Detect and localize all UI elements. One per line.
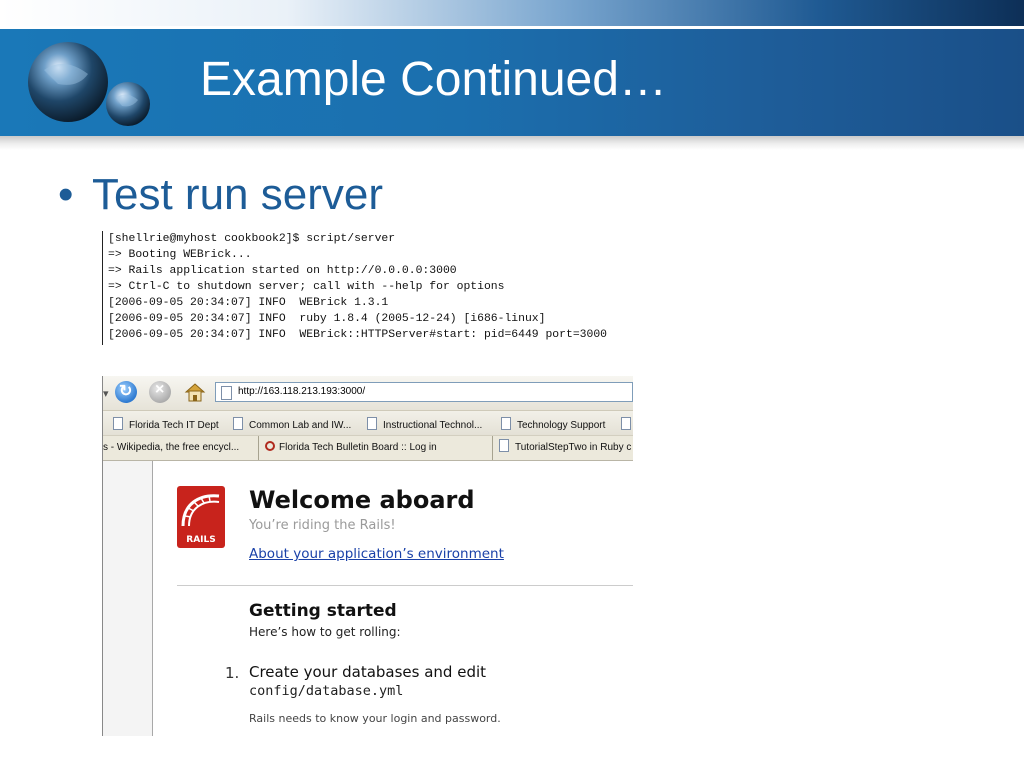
- welcome-subtitle: You’re riding the Rails!: [249, 518, 396, 533]
- divider: [177, 585, 633, 586]
- welcome-title: Welcome aboard: [249, 486, 475, 514]
- bookmark-label: Florida Tech IT Dept: [129, 420, 219, 431]
- header-top-band: [0, 0, 1024, 26]
- page-icon: [621, 417, 631, 430]
- bullet-dot-icon: •: [58, 170, 74, 219]
- bookmark-item[interactable]: Instructional Technol...: [367, 417, 482, 431]
- bookmark-item[interactable]: Florida Tech IT Dept: [113, 417, 219, 431]
- tab-label: Florida Tech Bulletin Board :: Log in: [279, 442, 437, 453]
- tab-label: TutorialStepTwo in Ruby c: [515, 442, 632, 453]
- bookmarks-bar: Florida Tech IT Dept Common Lab and IW..…: [103, 411, 633, 436]
- bookmark-label: Common Lab and IW...: [249, 420, 352, 431]
- terminal-line: [2006-09-05 20:34:07] INFO WEBrick 1.3.1: [108, 297, 389, 309]
- page-sidebar: [103, 461, 153, 736]
- terminal-line: [2006-09-05 20:34:07] INFO WEBrick::HTTP…: [108, 329, 607, 341]
- address-bar[interactable]: http://163.118.213.193:3000/: [215, 382, 633, 402]
- page-icon: [499, 439, 509, 452]
- bullet-item: • Test run server: [58, 170, 383, 220]
- browser-tabs: s - Wikipedia, the free encycl... Florid…: [103, 436, 633, 461]
- dropdown-arrow-icon[interactable]: ▾: [103, 387, 109, 400]
- terminal-output: [shellrie@myhost cookbook2]$ script/serv…: [102, 231, 682, 345]
- globe-logo-icon: [28, 42, 150, 126]
- rails-logo-icon: RAILS: [177, 486, 225, 548]
- browser-window: ▾ http://163.118.213.193:3000/ Florida T…: [102, 376, 633, 736]
- environment-link[interactable]: About your application’s environment: [249, 546, 504, 562]
- tab-wikipedia[interactable]: s - Wikipedia, the free encycl...: [103, 436, 259, 460]
- getting-started-title: Getting started: [249, 601, 397, 621]
- bullet-text: Test run server: [92, 170, 383, 219]
- reload-icon[interactable]: [115, 381, 137, 403]
- slide-title: Example Continued…: [200, 53, 667, 106]
- address-bar-url: http://163.118.213.193:3000/: [238, 386, 366, 397]
- bookmark-overflow[interactable]: [621, 417, 633, 431]
- page-icon: [113, 417, 123, 430]
- getting-started-subtitle: Here’s how to get rolling:: [249, 625, 401, 639]
- terminal-line: [2006-09-05 20:34:07] INFO ruby 1.8.4 (2…: [108, 313, 546, 325]
- step-description: Rails needs to know your login and passw…: [249, 712, 501, 725]
- forum-icon: [265, 441, 275, 451]
- home-icon[interactable]: [183, 381, 207, 403]
- step-title: Create your databases and edit: [249, 663, 487, 681]
- terminal-line: => Booting WEBrick...: [108, 249, 252, 261]
- page-icon: [501, 417, 511, 430]
- step-number: 1.: [225, 664, 240, 682]
- header-shadow: [0, 136, 1024, 150]
- browser-navbar: ▾ http://163.118.213.193:3000/: [103, 376, 633, 411]
- tab-bulletin-board[interactable]: Florida Tech Bulletin Board :: Log in: [259, 436, 493, 460]
- tab-label: s - Wikipedia, the free encycl...: [103, 442, 240, 453]
- bookmark-label: Instructional Technol...: [383, 420, 483, 431]
- stop-icon[interactable]: [149, 381, 171, 403]
- tab-tutorial[interactable]: TutorialStepTwo in Ruby c: [493, 436, 633, 460]
- bookmark-label: Technology Support: [517, 420, 606, 431]
- svg-text:RAILS: RAILS: [186, 535, 215, 545]
- terminal-line: [shellrie@myhost cookbook2]$ script/serv…: [108, 233, 396, 245]
- bookmark-item[interactable]: Common Lab and IW...: [233, 417, 351, 431]
- step-code: config/database.yml: [249, 683, 404, 699]
- terminal-line: => Rails application started on http://0…: [108, 265, 457, 277]
- page-icon: [367, 417, 377, 430]
- terminal-line: => Ctrl-C to shutdown server; call with …: [108, 281, 505, 293]
- page-icon: [233, 417, 243, 430]
- bookmark-item[interactable]: Technology Support: [501, 417, 605, 431]
- page-icon: [221, 386, 232, 400]
